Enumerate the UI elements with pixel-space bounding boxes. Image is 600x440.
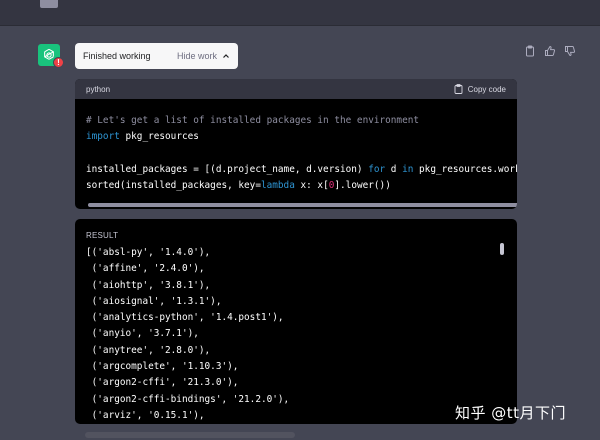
thumbs-down-icon[interactable] xyxy=(564,44,576,57)
result-line: ('argon2-cffi-bindings', '21.2.0'), xyxy=(86,393,290,405)
code-header: python Copy code xyxy=(75,79,517,99)
chevron-up-icon xyxy=(223,54,229,58)
copy-code-label: Copy code xyxy=(467,84,506,94)
result-line: ('arviz', '0.15.1'), xyxy=(86,409,205,421)
horizontal-scrollbar[interactable] xyxy=(88,203,517,207)
thumbs-up-icon[interactable] xyxy=(544,44,556,56)
previous-message-strip xyxy=(0,0,600,26)
code-block: python Copy code # Let's get a list of i… xyxy=(75,79,517,209)
result-line: ('argcomplete', '1.10.3'), xyxy=(86,361,239,373)
error-badge-icon: ! xyxy=(53,57,64,68)
code-content[interactable]: # Let's get a list of installed packages… xyxy=(75,99,517,203)
clipboard-icon[interactable] xyxy=(524,44,536,57)
result-line: ('affine', '2.4.0'), xyxy=(86,263,205,275)
copy-code-button[interactable]: Copy code xyxy=(454,84,506,94)
work-status-pill: Finished working Hide work xyxy=(75,43,238,69)
vertical-scrollbar[interactable] xyxy=(500,243,504,255)
next-message-preview xyxy=(85,432,295,438)
result-line: ('argon2-cffi', '21.3.0'), xyxy=(86,377,239,389)
result-line: ('anytree', '2.8.0'), xyxy=(86,344,211,356)
copy-icon xyxy=(454,84,463,94)
result-label: RESULT xyxy=(86,231,119,240)
result-line: ('aiohttp', '3.8.1'), xyxy=(86,279,211,291)
watermark-text: 知乎 @tt月下门 xyxy=(455,404,567,422)
message-actions xyxy=(524,44,576,57)
result-line: ('analytics-python', '1.4.post1'), xyxy=(86,312,284,324)
user-avatar xyxy=(40,0,58,8)
hide-work-button[interactable]: Hide work xyxy=(177,51,230,61)
result-line: ('aiosignal', '1.3.1'), xyxy=(86,295,222,307)
result-line: [('absl-py', '1.4.0'), xyxy=(86,247,211,258)
hide-work-label: Hide work xyxy=(176,51,217,61)
result-content[interactable]: [('absl-py', '1.4.0'), ('affine', '2.4.0… xyxy=(86,245,289,424)
result-line: ('anyio', '3.7.1'), xyxy=(86,328,199,340)
result-block: RESULT [('absl-py', '1.4.0'), ('affine',… xyxy=(75,219,517,424)
work-status-label: Finished working xyxy=(83,51,151,61)
code-language: python xyxy=(86,84,111,94)
